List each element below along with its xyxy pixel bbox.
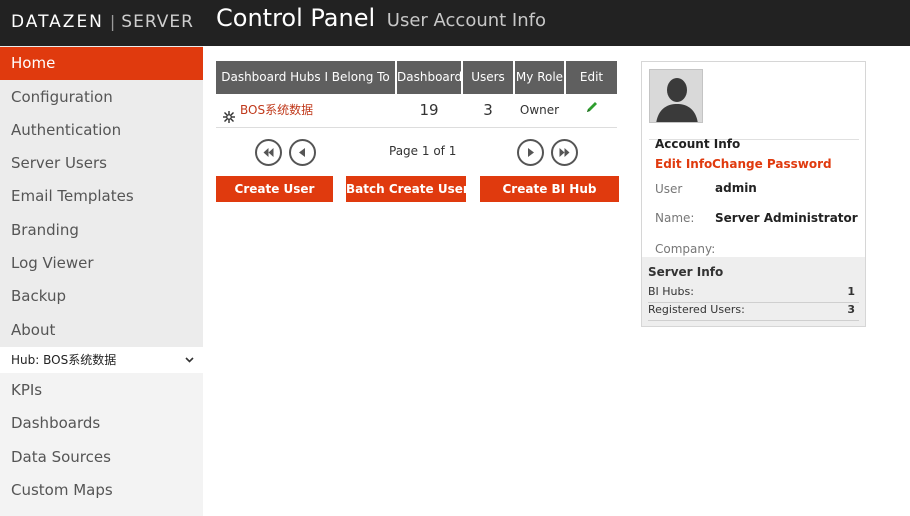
column-header-hubs: Dashboard Hubs I Belong To xyxy=(216,61,395,94)
hub-name-link[interactable]: BOS系统数据 xyxy=(240,103,313,117)
brand-name: DATAZEN xyxy=(11,12,104,32)
page-title: Control Panel User Account Info xyxy=(216,4,546,32)
page-title-text: Control Panel xyxy=(216,4,376,32)
hub-cell: BOS系统数据 xyxy=(222,94,392,127)
sidebar-item-kpis[interactable]: KPIs xyxy=(0,374,203,407)
page-subtitle: User Account Info xyxy=(386,10,546,31)
create-user-button[interactable]: Create User xyxy=(216,176,333,202)
column-header-dashboards: Dashboards xyxy=(397,61,468,94)
sidebar-item-configuration[interactable]: Configuration xyxy=(0,81,203,114)
create-bi-hub-button[interactable]: Create BI Hub xyxy=(480,176,619,202)
column-header-my-role: My Role xyxy=(515,61,564,94)
user-label: User xyxy=(655,182,683,196)
registered-users-label: Registered Users: xyxy=(648,303,745,316)
edit-hub-button[interactable] xyxy=(566,94,617,127)
sidebar-item-custom-maps[interactable]: Custom Maps xyxy=(0,474,203,507)
first-page-button[interactable] xyxy=(255,139,282,166)
last-page-button[interactable] xyxy=(551,139,578,166)
sidebar-item-backup[interactable]: Backup xyxy=(0,280,203,313)
next-page-button[interactable] xyxy=(517,139,544,166)
change-password-link[interactable]: Change Password xyxy=(712,157,832,171)
brand-product: SERVER xyxy=(121,12,194,32)
sidebar-item-dashboards[interactable]: Dashboards xyxy=(0,407,203,440)
company-label: Company: xyxy=(655,242,716,256)
role-value: Owner xyxy=(519,103,560,117)
edit-info-link[interactable]: Edit Info xyxy=(655,157,712,171)
sidebar-item-email-templates[interactable]: Email Templates xyxy=(0,180,203,213)
sidebar-item-log-viewer[interactable]: Log Viewer xyxy=(0,247,203,280)
server-info-row: Registered Users: 3 xyxy=(648,303,859,321)
table-row: BOS系统数据 19 3 Owner xyxy=(216,94,617,128)
pencil-icon xyxy=(585,94,599,127)
sidebar-item-home[interactable]: Home xyxy=(0,47,203,80)
sidebar-item-data-sources[interactable]: Data Sources xyxy=(0,441,203,474)
sidebar: Home Configuration Authentication Server… xyxy=(0,46,203,516)
name-label: Name: xyxy=(655,211,695,225)
hub-selector[interactable]: Hub: BOS系统数据 xyxy=(0,347,203,373)
sidebar-item-branding[interactable]: Branding xyxy=(0,214,203,247)
brand-logo[interactable]: DATAZEN | SERVER xyxy=(11,12,194,32)
column-header-edit: Edit xyxy=(566,61,617,94)
bi-hubs-value: 1 xyxy=(847,285,855,298)
sidebar-item-authentication[interactable]: Authentication xyxy=(0,114,203,147)
column-header-users: Users xyxy=(463,61,513,94)
sidebar-item-about[interactable]: About xyxy=(0,314,203,347)
sidebar-item-server-users[interactable]: Server Users xyxy=(0,147,203,180)
users-count: 3 xyxy=(483,101,493,119)
user-value: admin xyxy=(715,181,757,195)
hub-icon xyxy=(222,104,236,123)
account-info-title: Account Info xyxy=(655,137,741,151)
registered-users-value: 3 xyxy=(847,303,855,316)
server-info-title: Server Info xyxy=(648,265,724,279)
bi-hubs-label: BI Hubs: xyxy=(648,285,694,298)
name-value: Server Administrator xyxy=(715,211,858,225)
page-indicator: Page 1 of 1 xyxy=(389,144,457,158)
top-bar: DATAZEN | SERVER Control Panel User Accoun… xyxy=(0,0,910,46)
server-info-panel: Server Info BI Hubs: 1 Registered Users:… xyxy=(642,257,865,326)
batch-create-users-button[interactable]: Batch Create Users xyxy=(346,176,476,202)
server-info-row: BI Hubs: 1 xyxy=(648,285,859,303)
prev-page-button[interactable] xyxy=(289,139,316,166)
avatar xyxy=(649,69,703,123)
dashboards-count: 19 xyxy=(419,101,439,119)
brand-separator: | xyxy=(109,12,116,31)
hub-menu: KPIs Dashboards Data Sources Custom Maps xyxy=(0,373,203,516)
account-card: Account Info Edit Info Change Password U… xyxy=(641,61,866,327)
hub-selector-label: Hub: BOS系统数据 xyxy=(11,353,117,367)
